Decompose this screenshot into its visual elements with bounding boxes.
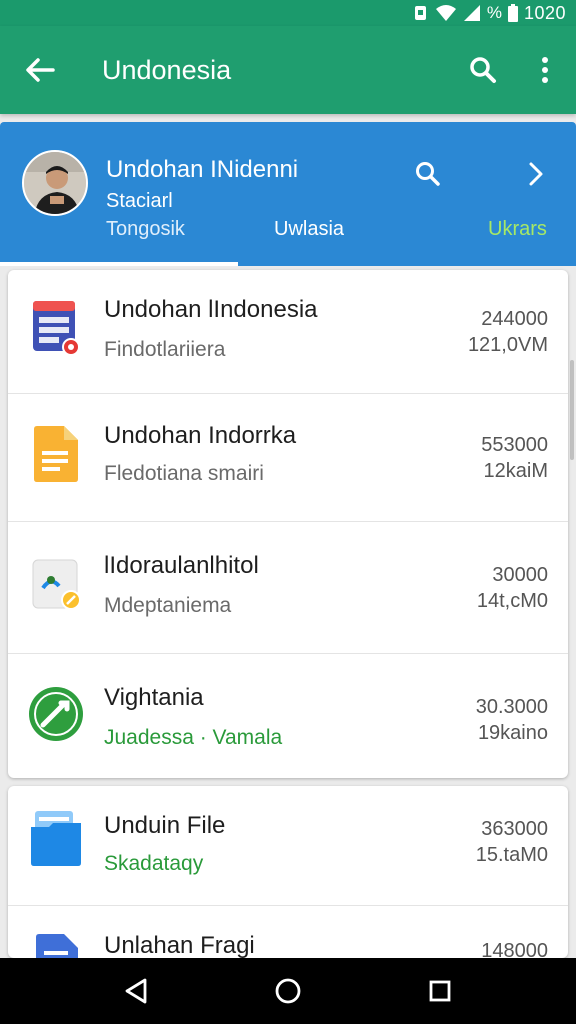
back-triangle-icon — [125, 978, 147, 1004]
chevron-right-icon — [529, 162, 543, 186]
page-title: Undonesia — [102, 54, 232, 85]
folder-icon — [26, 808, 86, 868]
file-name: Unduin File — [104, 812, 226, 839]
list-item[interactable]: Unlahan Fragi 148000 — [8, 906, 568, 958]
profile-name: Undohan INidenni — [106, 156, 299, 183]
profile-search-button[interactable] — [406, 152, 450, 196]
file-size: 19kaino — [477, 722, 548, 744]
nav-home-button[interactable] — [258, 961, 318, 1021]
file-subtitle: Findotlariiera — [104, 338, 226, 361]
tab-uwlasia[interactable]: Uwlasia — [274, 218, 344, 241]
list-item[interactable]: Undohan lIndonesia Findotlariiera 244000… — [8, 270, 568, 394]
wifi-icon — [435, 4, 457, 22]
file-subtitle: Juadessa · Vamala — [104, 726, 283, 749]
tab-tongosik[interactable]: Tongosik — [106, 218, 185, 241]
file-value: 363000 — [481, 818, 548, 840]
tab-ukrars[interactable]: Ukrars — [488, 218, 547, 241]
battery-percent: % — [486, 3, 502, 22]
scrollbar[interactable] — [570, 360, 574, 460]
nav-recents-button[interactable] — [410, 961, 470, 1021]
avatar[interactable] — [22, 150, 88, 216]
file-size: 15.taM0 — [475, 844, 548, 866]
file-subtitle: Fledotiana smairi — [104, 462, 264, 485]
list-item[interactable]: Undohan Indorrka Fledotiana smairi 55300… — [8, 394, 568, 522]
signal-icon — [463, 4, 481, 22]
search-button[interactable] — [452, 26, 514, 114]
recents-square-icon — [429, 980, 451, 1002]
more-options-button[interactable] — [514, 26, 576, 114]
nav-back-button[interactable] — [106, 961, 166, 1021]
file-name: Undohan lIndonesia — [104, 296, 318, 323]
photo-file-icon — [26, 556, 86, 616]
file-size: 14t,cM0 — [476, 590, 548, 612]
back-arrow-icon — [26, 58, 55, 82]
docs-file-icon — [26, 424, 86, 484]
doc-file-icon — [26, 932, 86, 958]
file-value: 553000 — [481, 434, 548, 456]
file-value: 244000 — [481, 308, 548, 330]
status-time: 1020 — [523, 2, 566, 23]
profile-tabs: Tongosik Uwlasia Ukrars — [0, 214, 576, 266]
tab-indicator — [0, 262, 238, 266]
system-nav-bar — [0, 958, 576, 1024]
home-circle-icon — [275, 978, 301, 1004]
file-value: 30.3000 — [475, 696, 548, 718]
file-size: 12kaiM — [483, 460, 548, 482]
file-subtitle: Mdeptaniema — [104, 594, 232, 617]
profile-card: Undohan INidenni Staciarl Tongosik Uwlas… — [0, 122, 576, 266]
form-doc-icon — [26, 298, 86, 358]
file-value: 30000 — [492, 564, 548, 586]
file-name: lIdoraulanlhitol — [104, 552, 259, 579]
list-item[interactable]: Unduin File Skadataqy 363000 15.taM0 — [8, 786, 568, 906]
file-subtitle: Skadataqy — [104, 852, 204, 875]
more-vert-icon — [542, 57, 548, 83]
search-icon — [416, 162, 440, 186]
file-value: 148000 — [481, 940, 548, 958]
notification-icon — [413, 4, 429, 22]
list-item[interactable]: lIdoraulanlhitol Mdeptaniema 30000 14t,c… — [8, 522, 568, 654]
phone-app-icon — [26, 684, 86, 744]
profile-subtitle: Staciarl — [106, 190, 173, 212]
file-size: 121,0VM — [467, 334, 548, 356]
file-name: Undohan Indorrka — [104, 422, 297, 449]
file-list-card: Unduin File Skadataqy 363000 15.taM0 Unl… — [8, 786, 568, 958]
file-name: Vightania — [104, 684, 204, 711]
file-name: Unlahan Fragi — [104, 932, 255, 958]
list-item[interactable]: Vightania Juadessa · Vamala 30.3000 19ka… — [8, 654, 568, 778]
search-icon — [470, 57, 496, 83]
file-list-card: Undohan lIndonesia Findotlariiera 244000… — [8, 270, 568, 778]
battery-icon — [507, 4, 518, 22]
app-bar: Undonesia — [0, 26, 576, 114]
back-button[interactable] — [0, 26, 80, 114]
profile-next-button[interactable] — [514, 152, 558, 196]
status-bar: % 1020 — [0, 0, 576, 26]
